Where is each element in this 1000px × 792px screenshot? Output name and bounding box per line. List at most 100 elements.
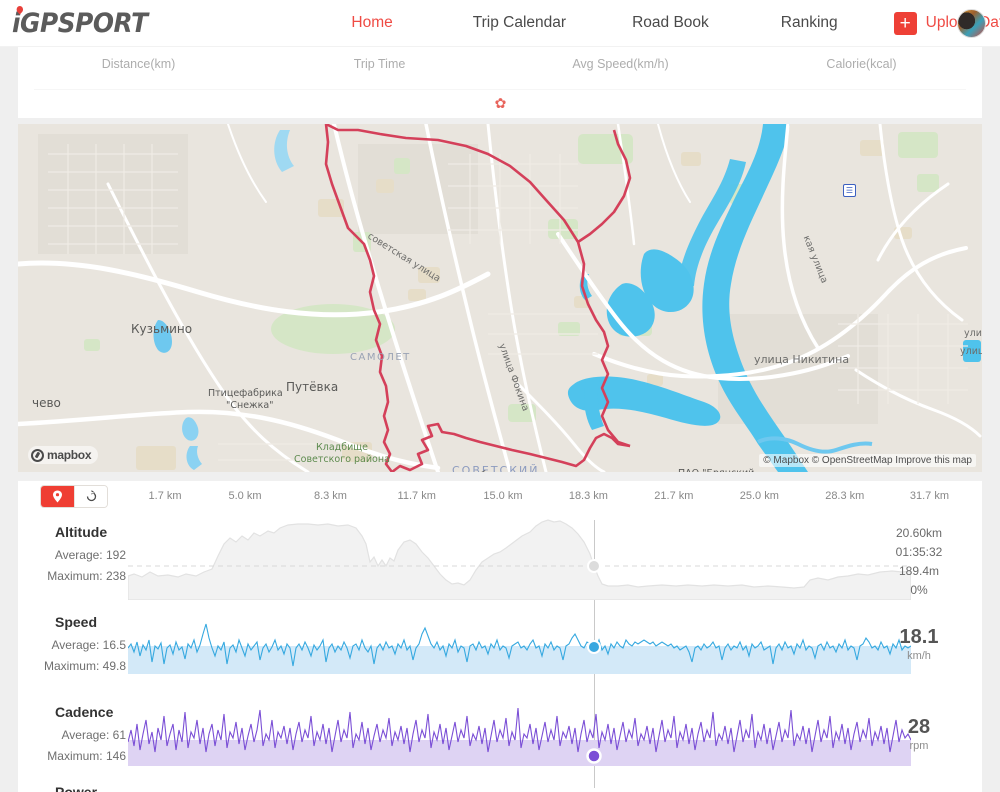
map-label-ulitsa-2: улица У xyxy=(960,346,982,357)
divider xyxy=(34,89,966,90)
map-label-samolet: САМОЛЕТ xyxy=(350,352,411,363)
nav-item-road-book[interactable]: Road Book xyxy=(632,14,709,32)
map-mode-toggle xyxy=(40,485,108,508)
panel-title-altitude: Altitude xyxy=(55,524,108,540)
cadence-average: Average: 61 xyxy=(61,728,126,742)
ruler-tick: 28.3 km xyxy=(825,490,865,502)
speed-cursor-unit: km/h xyxy=(907,650,931,662)
panel-title-speed: Speed xyxy=(55,614,98,630)
speed-maximum-value: 49.8 xyxy=(102,659,126,673)
stat-distance: Distance(km) xyxy=(18,57,259,71)
transit-station-icon: ☰ xyxy=(843,184,856,197)
distance-ruler: 1.7 km 5.0 km 8.3 km 11.7 km 15.0 km 18.… xyxy=(18,480,982,512)
map-label-pao-bryansky: ПАО "Брянский xyxy=(678,468,754,472)
stat-calorie: Calorie(kcal) xyxy=(741,57,982,71)
stat-calorie-label: Calorie(kcal) xyxy=(826,57,897,71)
stat-distance-label: Distance(km) xyxy=(101,57,176,71)
route-map[interactable]: Кузьмино чево Путёвка САМОЛЕТ Птицефабри… xyxy=(18,124,982,472)
top-navbar: iGPSPORT Home Trip Calendar Road Book Ra… xyxy=(0,0,1000,47)
ruler-tick: 25.0 km xyxy=(739,490,779,502)
altitude-maximum-label: Maximum: xyxy=(47,569,103,583)
cadence-average-label: Average: xyxy=(61,728,110,742)
nav-links: Home Trip Calendar Road Book Ranking + U… xyxy=(351,11,1000,35)
nav-item-ranking[interactable]: Ranking xyxy=(781,14,838,32)
altitude-average: Average: 192 xyxy=(55,548,126,562)
summary-stats-row: Distance(km) Trip Time Avg Speed(km/h) C… xyxy=(18,47,982,71)
speed-average-value: 16.5 xyxy=(102,638,126,652)
chart-panel-altitude[interactable]: Altitude Average: 192 Maximum: 238 20.60… xyxy=(18,512,982,602)
avatar[interactable] xyxy=(957,9,986,38)
cadence-maximum-label: Maximum: xyxy=(47,749,103,763)
chart-panel-speed[interactable]: Speed Average: 16.5 Maximum: 49.8 18.1 k… xyxy=(18,602,982,692)
map-label-cemetery-district: Советского района xyxy=(294,454,390,465)
ruler-tick: 18.3 km xyxy=(568,490,608,502)
map-label-sovetsky: СОВЕТСКИЙ xyxy=(452,464,540,472)
replay-button[interactable] xyxy=(74,486,107,507)
altitude-average-label: Average: xyxy=(54,548,103,562)
nav-item-trip-calendar[interactable]: Trip Calendar xyxy=(473,14,566,32)
panel-title-power: Power xyxy=(55,784,98,792)
mapbox-wordmark: mapbox xyxy=(47,448,92,462)
cursor-altitude: 189.4m xyxy=(898,564,940,578)
cadence-plot[interactable] xyxy=(128,694,911,780)
mapbox-logo[interactable]: mapbox xyxy=(28,446,99,464)
mapbox-mark-icon xyxy=(31,448,44,462)
cadence-average-value: 61 xyxy=(112,728,126,742)
stat-trip-time-label: Trip Time xyxy=(353,57,406,71)
ruler-tick-list: 1.7 km 5.0 km 8.3 km 11.7 km 15.0 km 18.… xyxy=(118,481,949,512)
speed-maximum: Maximum: 49.8 xyxy=(44,659,126,673)
map-attribution[interactable]: © Mapbox © OpenStreetMap Improve this ma… xyxy=(759,454,976,467)
altitude-maximum-value: 238 xyxy=(105,569,126,583)
ruler-tick: 15.0 km xyxy=(483,490,523,502)
plus-icon[interactable]: + xyxy=(893,11,917,35)
map-label-nikitina: улица Никитина xyxy=(754,353,850,366)
nav-item-home[interactable]: Home xyxy=(351,14,392,32)
chevron-down-icon[interactable]: ✿ xyxy=(18,96,982,110)
brand-name: iGPSPORT xyxy=(12,7,148,39)
metric-charts: Altitude Average: 192 Maximum: 238 20.60… xyxy=(18,512,982,792)
cadence-cursor-value: 28 xyxy=(907,716,931,738)
map-label-ptitsefabrika: Птицефабрика xyxy=(208,388,283,399)
altitude-average-value: 192 xyxy=(105,548,126,562)
altitude-svg xyxy=(128,519,911,600)
ruler-tick: 11.7 km xyxy=(397,490,436,502)
cadence-maximum: Maximum: 146 xyxy=(47,749,126,763)
map-label-ulitsa-1: улица xyxy=(964,328,982,339)
page-root: iGPSPORT Home Trip Calendar Road Book Ra… xyxy=(0,0,1000,792)
stat-avg-speed: Avg Speed(km/h) xyxy=(500,57,741,71)
speed-svg xyxy=(128,623,911,674)
cadence-maximum-value: 146 xyxy=(105,749,126,763)
speed-average: Average: 16.5 xyxy=(51,638,126,652)
speed-maximum-label: Maximum: xyxy=(43,659,100,673)
speed-cursor-value: 18.1 xyxy=(899,626,939,648)
map-label-cemetery: Кладбище xyxy=(316,442,369,453)
map-label-snezhka: "Снежка" xyxy=(226,400,274,411)
chart-panel-cadence[interactable]: Cadence Average: 61 Maximum: 146 28 rpm xyxy=(18,692,982,782)
marker-pin-button[interactable] xyxy=(41,486,74,507)
ruler-tick: 21.7 km xyxy=(654,490,694,502)
ruler-tick: 1.7 km xyxy=(148,490,182,502)
map-label-chevo: чево xyxy=(32,396,61,410)
location-pin-icon xyxy=(53,490,62,503)
cadence-svg xyxy=(128,707,911,766)
map-label-kuzmino: Кузьмино xyxy=(131,322,193,336)
map-label-putevka: Путёвка xyxy=(286,380,339,394)
replay-icon xyxy=(86,490,96,502)
altitude-maximum: Maximum: 238 xyxy=(47,569,126,583)
ruler-tick: 5.0 km xyxy=(228,490,262,502)
summary-stats-card: Distance(km) Trip Time Avg Speed(km/h) C… xyxy=(18,47,982,118)
map-canvas xyxy=(18,124,982,472)
cursor-grade: 0% xyxy=(910,583,928,597)
brand-logo[interactable]: iGPSPORT xyxy=(12,4,148,39)
cursor-distance: 20.60km xyxy=(895,526,943,540)
cursor-time: 01:35:32 xyxy=(895,545,943,559)
ruler-tick: 8.3 km xyxy=(313,490,347,502)
stat-avg-speed-label: Avg Speed(km/h) xyxy=(572,57,669,71)
stat-trip-time: Trip Time xyxy=(259,57,500,71)
altitude-plot[interactable] xyxy=(128,514,911,600)
ruler-tick: 31.7 km xyxy=(909,490,950,502)
speed-average-label: Average: xyxy=(51,638,100,652)
panel-title-cadence: Cadence xyxy=(55,704,114,720)
cadence-cursor-unit: rpm xyxy=(909,740,929,752)
speed-plot[interactable] xyxy=(128,604,911,690)
